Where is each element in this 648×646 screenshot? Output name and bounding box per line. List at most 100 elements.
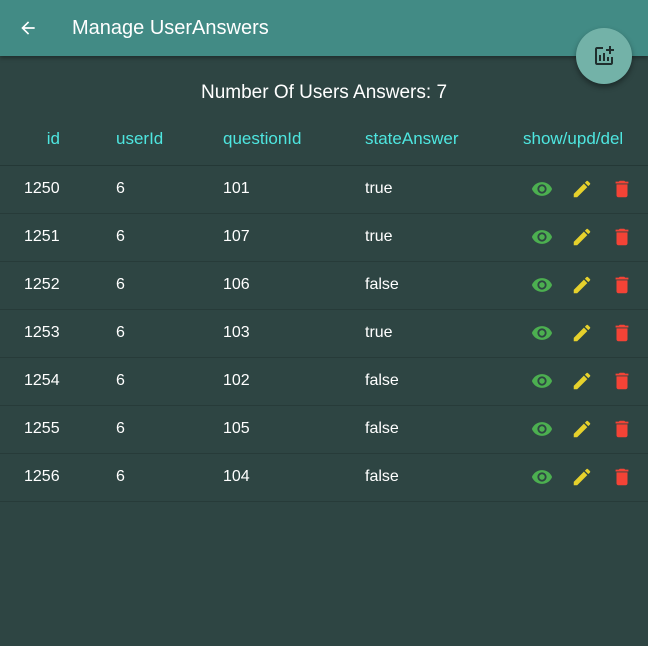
header-question-id[interactable]: questionId [223,113,365,166]
pencil-icon [573,420,591,438]
show-button[interactable] [530,273,554,297]
cell-user-id: 6 [116,453,223,502]
cell-question-id: 104 [223,453,365,502]
trash-icon [615,372,629,390]
trash-icon [615,324,629,342]
cell-state-answer: true [365,213,523,262]
cell-state-answer: false [365,261,523,310]
eye-icon [531,278,553,292]
delete-button[interactable] [610,369,634,393]
cell-actions [523,213,648,262]
delete-button[interactable] [610,321,634,345]
arrow-back-icon [21,21,35,35]
pencil-icon [573,468,591,486]
pencil-icon [573,372,591,390]
table-row: 1252 6 106 false [0,261,648,310]
cell-question-id: 105 [223,405,365,454]
show-button[interactable] [530,465,554,489]
table-row: 1255 6 105 false [0,405,648,454]
cell-state-answer: false [365,405,523,454]
update-button[interactable] [570,465,594,489]
cell-state-answer: false [365,357,523,406]
cell-id: 1253 [0,309,116,358]
cell-question-id: 107 [223,213,365,262]
cell-state-answer: true [365,309,523,358]
add-user-answer-button[interactable] [576,28,632,84]
cell-question-id: 106 [223,261,365,310]
table-row: 1256 6 104 false [0,453,648,502]
cell-actions [523,165,648,214]
table-row: 1254 6 102 false [0,357,648,406]
answers-count: Number Of Users Answers: 7 [0,82,648,104]
show-button[interactable] [530,177,554,201]
update-button[interactable] [570,225,594,249]
page-title: Manage UserAnswers [72,17,269,39]
delete-button[interactable] [610,225,634,249]
cell-id: 1256 [0,453,116,502]
app-bar: Manage UserAnswers [0,0,648,56]
cell-id: 1254 [0,357,116,406]
cell-user-id: 6 [116,213,223,262]
cell-user-id: 6 [116,309,223,358]
cell-actions [523,309,648,358]
back-button[interactable] [12,12,44,44]
show-button[interactable] [530,321,554,345]
cell-question-id: 103 [223,309,365,358]
eye-icon [531,422,553,436]
table-header-row: id userId questionId stateAnswer show/up… [0,113,648,166]
update-button[interactable] [570,321,594,345]
trash-icon [615,228,629,246]
eye-icon [531,470,553,484]
cell-id: 1255 [0,405,116,454]
header-state-answer[interactable]: stateAnswer [365,113,523,166]
answers-count-value: 7 [436,82,448,103]
pencil-icon [573,324,591,342]
table-row: 1251 6 107 true [0,213,648,262]
pencil-icon [573,276,591,294]
header-user-id[interactable]: userId [116,113,223,166]
trash-icon [615,468,629,486]
answers-count-label: Number Of Users Answers: [200,82,432,103]
user-answers-table: id userId questionId stateAnswer show/up… [0,113,648,502]
cell-state-answer: false [365,453,523,502]
cell-state-answer: true [365,165,523,214]
cell-user-id: 6 [116,261,223,310]
trash-icon [615,276,629,294]
cell-actions [523,357,648,406]
cell-user-id: 6 [116,405,223,454]
cell-question-id: 102 [223,357,365,406]
cell-actions [523,261,648,310]
delete-button[interactable] [610,273,634,297]
update-button[interactable] [570,369,594,393]
table-row: 1250 6 101 true [0,165,648,214]
show-button[interactable] [530,369,554,393]
eye-icon [531,230,553,244]
update-button[interactable] [570,177,594,201]
table-row: 1253 6 103 true [0,309,648,358]
add-chart-icon [595,46,614,65]
pencil-icon [573,228,591,246]
eye-icon [531,326,553,340]
update-button[interactable] [570,417,594,441]
show-button[interactable] [530,225,554,249]
cell-question-id: 101 [223,165,365,214]
cell-actions [523,453,648,502]
cell-id: 1252 [0,261,116,310]
cell-id: 1251 [0,213,116,262]
show-button[interactable] [530,417,554,441]
pencil-icon [573,180,591,198]
cell-id: 1250 [0,165,116,214]
header-actions: show/upd/del [523,113,648,166]
delete-button[interactable] [610,465,634,489]
cell-actions [523,405,648,454]
eye-icon [531,374,553,388]
update-button[interactable] [570,273,594,297]
cell-user-id: 6 [116,357,223,406]
header-id[interactable]: id [0,113,116,166]
trash-icon [615,180,629,198]
delete-button[interactable] [610,417,634,441]
trash-icon [615,420,629,438]
delete-button[interactable] [610,177,634,201]
cell-user-id: 6 [116,165,223,214]
eye-icon [531,182,553,196]
